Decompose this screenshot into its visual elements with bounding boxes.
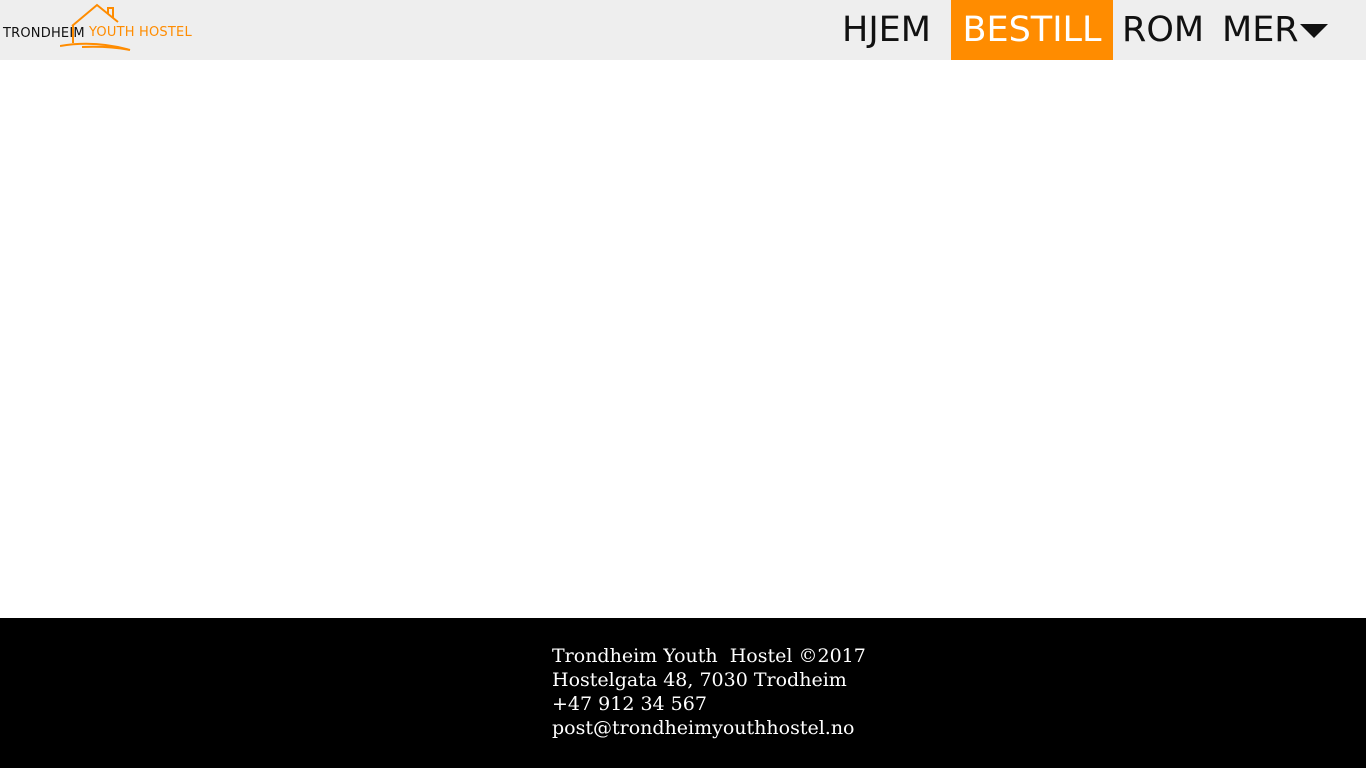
footer-contact-block: Trondheim Youth Hostel ©2017 Hostelgata … [552, 644, 866, 740]
main-content [0, 60, 1366, 618]
nav-item-hjem[interactable]: HJEM [842, 0, 931, 60]
nav-item-rom[interactable]: ROM [1122, 0, 1204, 60]
site-footer: Trondheim Youth Hostel ©2017 Hostelgata … [0, 618, 1366, 768]
caret-down-icon[interactable] [1300, 24, 1328, 38]
site-logo[interactable]: TRONDHEIM YOUTH HOSTEL [0, 0, 200, 58]
footer-address: Hostelgata 48, 7030 Trodheim [552, 669, 847, 691]
footer-phone: +47 912 34 567 [552, 693, 707, 715]
nav-item-mer[interactable]: MER [1222, 0, 1299, 60]
logo-text-trondheim: TRONDHEIM [3, 26, 85, 41]
logo-text-youth-hostel: YOUTH HOSTEL [89, 25, 192, 40]
footer-copyright: Trondheim Youth Hostel ©2017 [552, 645, 866, 667]
site-header: TRONDHEIM YOUTH HOSTEL HJEM BESTILL ROM … [0, 0, 1366, 60]
nav-item-bestill[interactable]: BESTILL [951, 0, 1113, 60]
footer-email[interactable]: post@trondheimyouthhostel.no [552, 716, 866, 740]
